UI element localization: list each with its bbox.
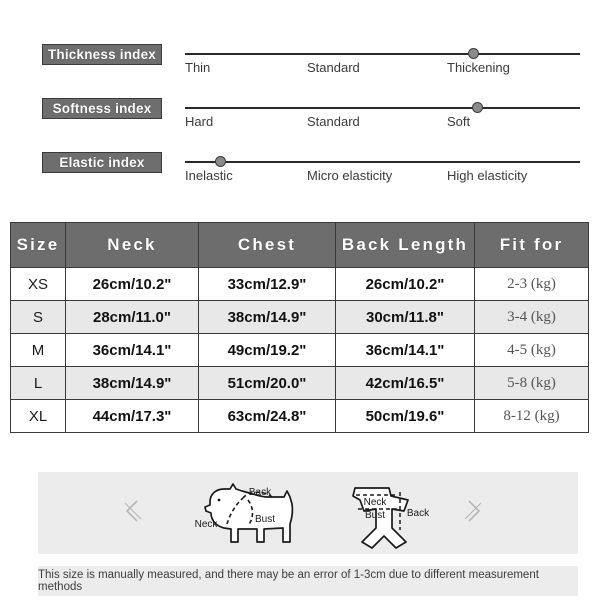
table-row: L 38cm/14.9" 51cm/20.0" 42cm/16.5" 5-8 (…: [10, 366, 589, 400]
slider-tick-label: Soft: [447, 114, 471, 129]
cell-neck: 26cm/10.2": [65, 267, 199, 301]
cell-fit-for: 3-4 (kg): [474, 300, 589, 334]
slider-track: [185, 53, 580, 55]
size-chart-table: Size Neck Chest Back Length Fit for XS 2…: [10, 222, 589, 433]
column-header-back-length: Back Length: [335, 222, 475, 268]
index-row-elastic: Elastic index Inelastic Micro elasticity…: [0, 146, 600, 200]
slider-track: [185, 161, 580, 163]
garment-measurement-diagram: Neck Bust Back: [352, 487, 430, 549]
table-row: XL 44cm/17.3" 63cm/24.8" 50cm/19.6" 8-12…: [10, 399, 589, 433]
slider-tick-label: Thin: [185, 60, 211, 75]
index-row-thickness: Thickness index Thin Standard Thickening: [0, 38, 600, 92]
table-row: S 28cm/11.0" 38cm/14.9" 30cm/11.8" 3-4 (…: [10, 300, 589, 334]
column-header-fit-for: Fit for: [474, 222, 589, 268]
dog-label-back: Back: [249, 487, 272, 498]
cell-size: XS: [10, 267, 66, 301]
column-header-chest: Chest: [198, 222, 336, 268]
cell-back-length: 50cm/19.6": [335, 399, 475, 433]
cell-back-length: 26cm/10.2": [335, 267, 475, 301]
garment-label-neck: Neck: [364, 497, 388, 508]
measurement-diagram-panel: Back Neck Bust Neck Bust Back: [38, 472, 578, 554]
garment-label-bust: Bust: [365, 510, 385, 521]
chevron-right-icon[interactable]: [456, 494, 490, 528]
cell-chest: 33cm/12.9": [198, 267, 336, 301]
slider-tick-label: Standard: [307, 60, 360, 75]
cell-fit-for: 5-8 (kg): [474, 366, 589, 400]
slider-thumb-softness[interactable]: [471, 102, 483, 113]
index-badge-thickness: Thickness index: [42, 44, 162, 65]
slider-elastic[interactable]: Inelastic Micro elasticity High elastici…: [185, 146, 580, 200]
slider-tick-labels: Inelastic Micro elasticity High elastici…: [185, 168, 580, 190]
cell-chest: 63cm/24.8": [198, 399, 336, 433]
column-header-size: Size: [10, 222, 66, 268]
cell-neck: 28cm/11.0": [65, 300, 199, 334]
cell-chest: 51cm/20.0": [198, 366, 336, 400]
slider-tick-label: High elasticity: [447, 168, 528, 183]
index-sliders-section: Thickness index Thin Standard Thickening…: [0, 0, 600, 200]
cell-back-length: 30cm/11.8": [335, 300, 475, 334]
slider-tick-labels: Hard Standard Soft: [185, 114, 580, 136]
slider-track: [185, 107, 580, 109]
slider-softness[interactable]: Hard Standard Soft: [185, 92, 580, 146]
slider-tick-labels: Thin Standard Thickening: [185, 60, 580, 82]
index-badge-softness: Softness index: [42, 98, 162, 119]
table-row: XS 26cm/10.2" 33cm/12.9" 26cm/10.2" 2-3 …: [10, 267, 589, 301]
table-header-row: Size Neck Chest Back Length Fit for: [10, 222, 589, 268]
cell-neck: 38cm/14.9": [65, 366, 199, 400]
index-badge-elastic: Elastic index: [42, 152, 162, 173]
cell-neck: 44cm/17.3": [65, 399, 199, 433]
column-header-neck: Neck: [65, 222, 199, 268]
slider-tick-label: Inelastic: [185, 168, 233, 183]
cell-size: M: [10, 333, 66, 367]
cell-back-length: 36cm/14.1": [335, 333, 475, 367]
slider-tick-label: Standard: [307, 114, 360, 129]
slider-thumb-thickness[interactable]: [467, 48, 479, 59]
slider-tick-label: Hard: [185, 114, 214, 129]
cell-fit-for: 2-3 (kg): [474, 267, 589, 301]
measurement-disclaimer: This size is manually measured, and ther…: [38, 566, 578, 596]
slider-tick-label: Micro elasticity: [307, 168, 393, 183]
cell-fit-for: 8-12 (kg): [474, 399, 589, 433]
cell-neck: 36cm/14.1": [65, 333, 199, 367]
slider-thickness[interactable]: Thin Standard Thickening: [185, 38, 580, 92]
dog-label-neck: Neck: [195, 519, 219, 530]
cell-back-length: 42cm/16.5": [335, 366, 475, 400]
chevron-left-icon[interactable]: [116, 494, 150, 528]
dog-measurement-diagram: Back Neck Bust: [195, 483, 294, 543]
dog-label-bust: Bust: [255, 514, 275, 525]
cell-chest: 49cm/19.2": [198, 333, 336, 367]
table-row: M 36cm/14.1" 49cm/19.2" 36cm/14.1" 4-5 (…: [10, 333, 589, 367]
cell-chest: 38cm/14.9": [198, 300, 336, 334]
measurement-disclaimer-text: This size is manually measured, and ther…: [38, 569, 539, 593]
cell-size: XL: [10, 399, 66, 433]
index-row-softness: Softness index Hard Standard Soft: [0, 92, 600, 146]
slider-thumb-elastic[interactable]: [215, 156, 227, 167]
cell-size: S: [10, 300, 66, 334]
slider-tick-label: Thickening: [447, 60, 510, 75]
cell-fit-for: 4-5 (kg): [474, 333, 589, 367]
cell-size: L: [10, 366, 66, 400]
garment-label-back: Back: [407, 508, 430, 519]
